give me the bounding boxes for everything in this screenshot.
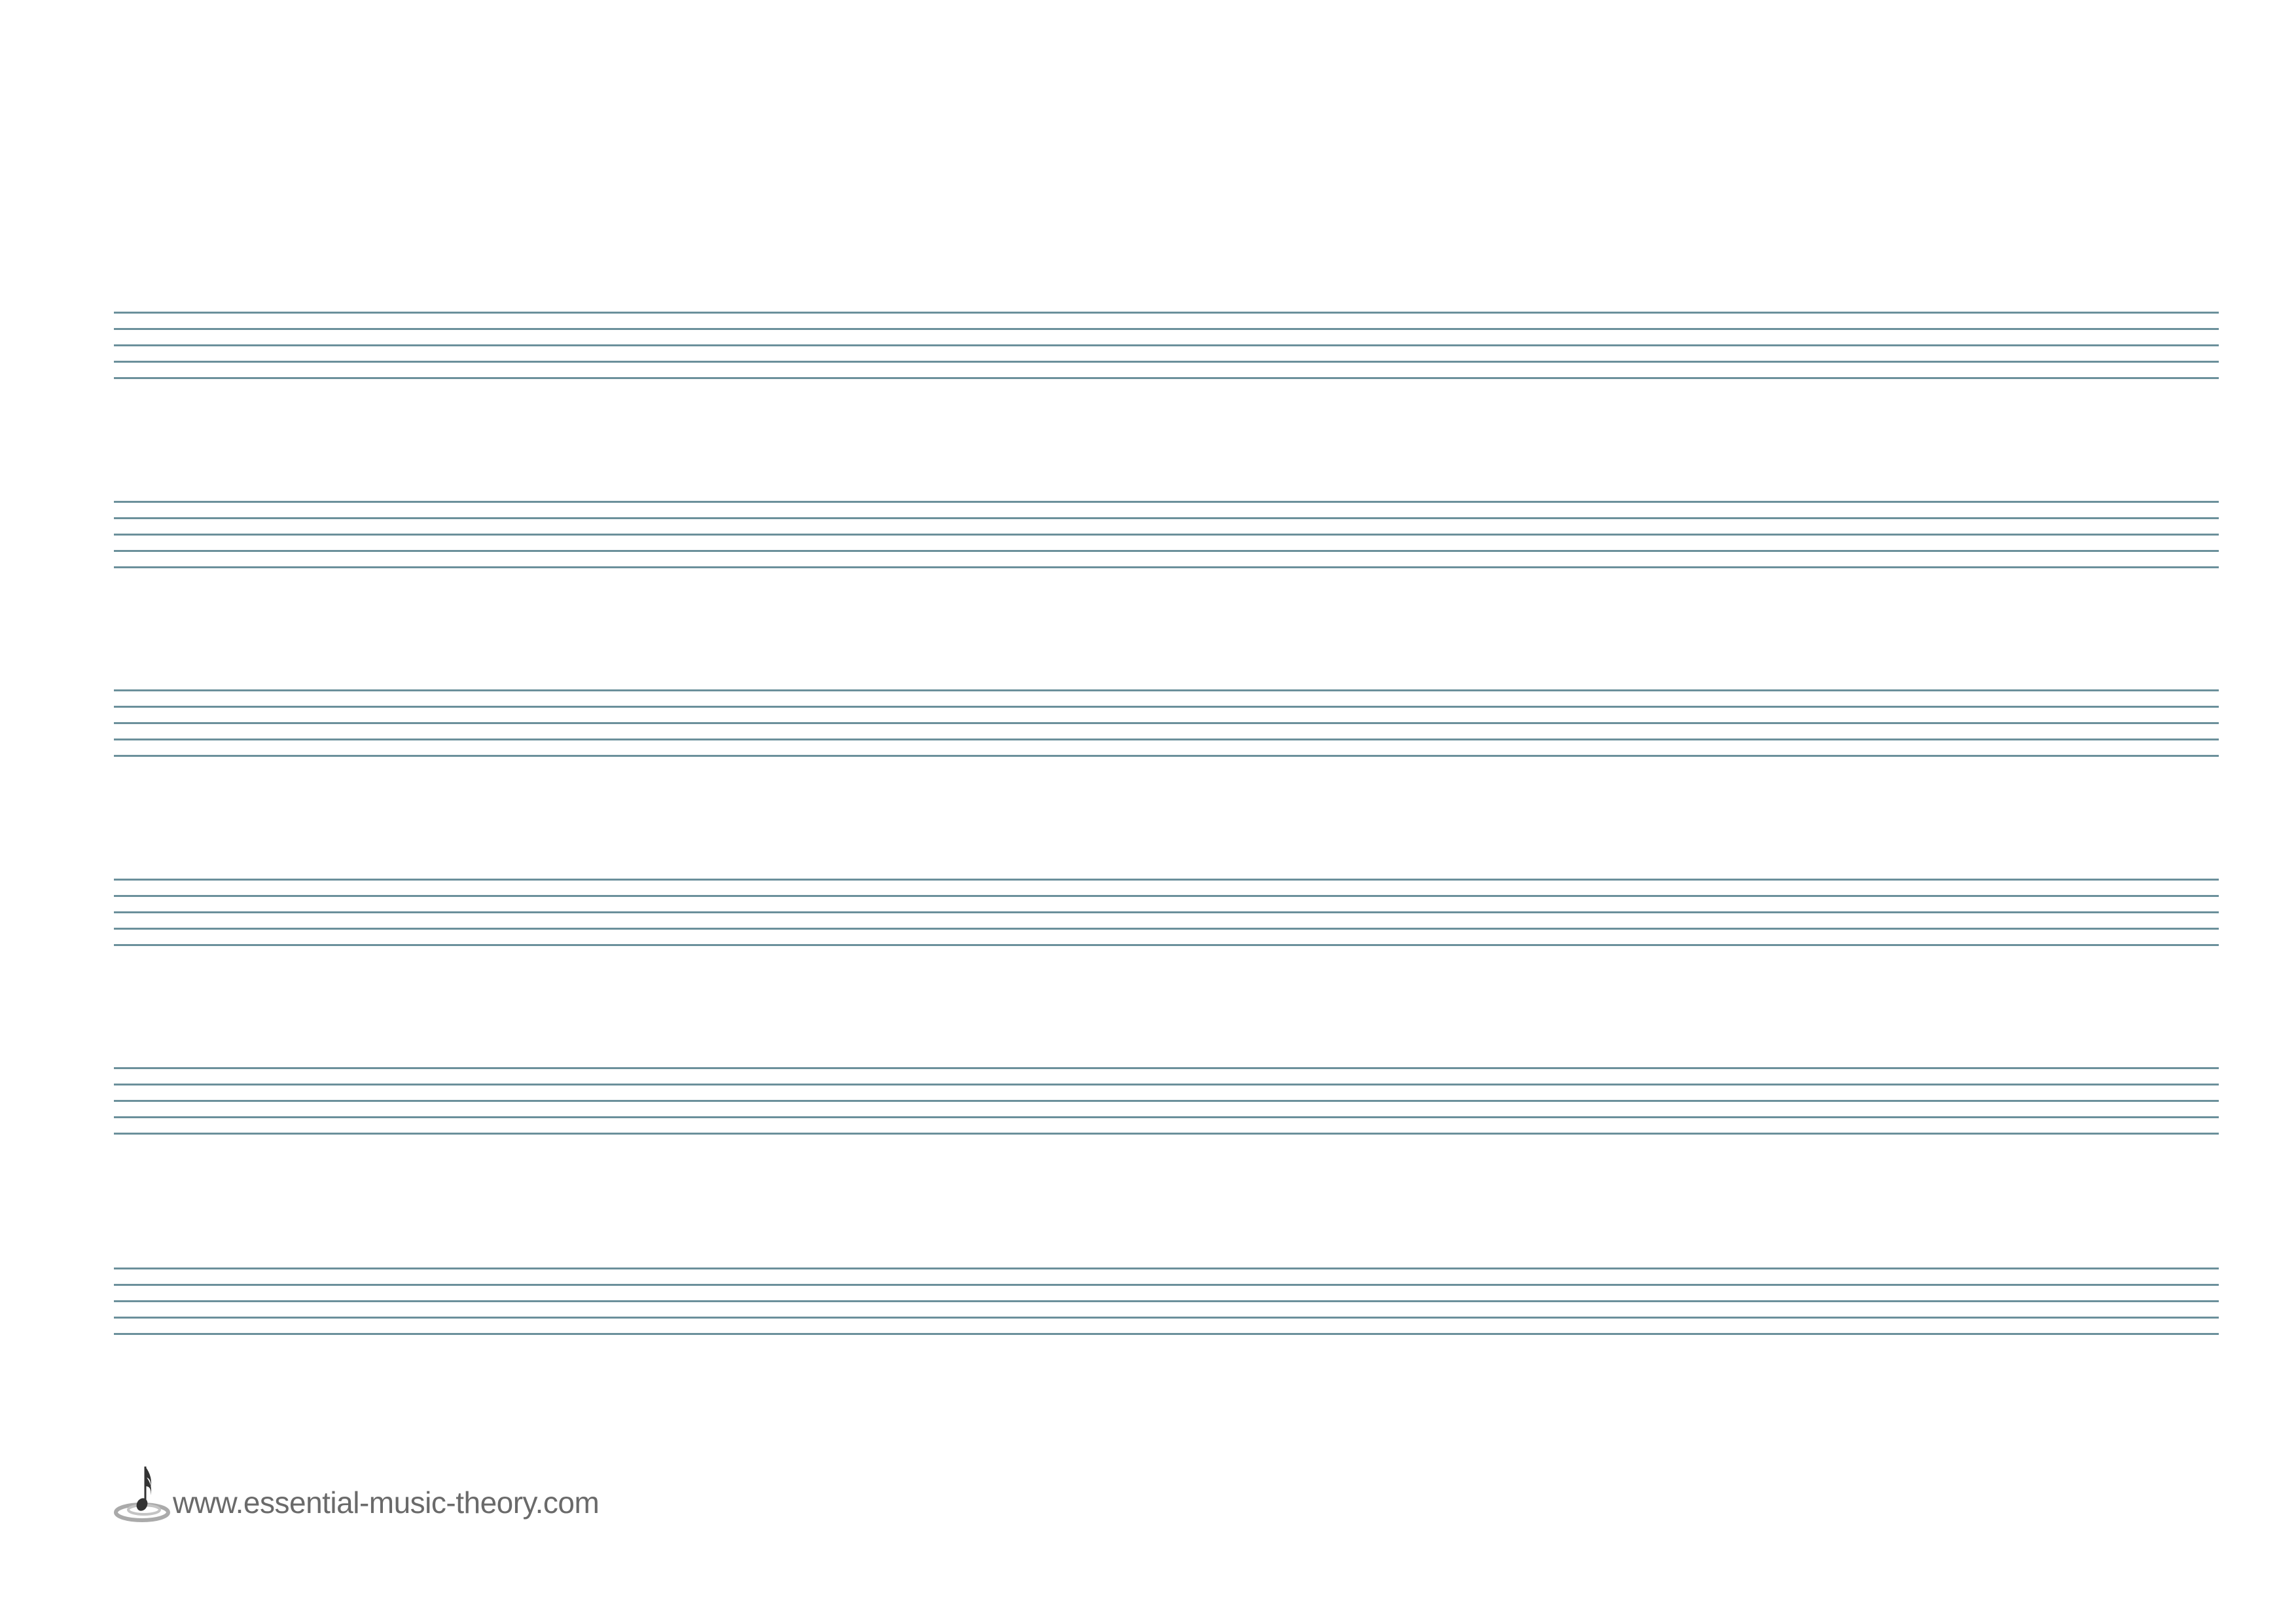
staff-line (114, 706, 2219, 708)
footer: www.essential-music-theory.com (113, 1459, 600, 1524)
staff-line (114, 550, 2219, 552)
staff-line (114, 328, 2219, 330)
staff-line (114, 517, 2219, 519)
staff-line (114, 566, 2219, 568)
staff-line (114, 312, 2219, 314)
staff-line (114, 895, 2219, 897)
staff-line (114, 1317, 2219, 1319)
music-note-logo-icon (114, 1467, 170, 1522)
staff-4 (114, 879, 2219, 946)
staff-5 (114, 1067, 2219, 1135)
staff-line (114, 944, 2219, 946)
staff-line (114, 1084, 2219, 1085)
staff-3 (114, 689, 2219, 757)
staff-line (114, 534, 2219, 536)
staff-line (114, 1100, 2219, 1102)
staff-6 (114, 1267, 2219, 1335)
staff-line (114, 1300, 2219, 1302)
staff-line (114, 377, 2219, 379)
staff-line (114, 879, 2219, 881)
staff-line (114, 689, 2219, 691)
staff-line (114, 1284, 2219, 1286)
staff-line (114, 344, 2219, 346)
staff-line (114, 361, 2219, 363)
staff-1 (114, 312, 2219, 379)
staff-line (114, 1333, 2219, 1335)
staff-line (114, 911, 2219, 913)
staff-line (114, 501, 2219, 503)
website-url: www.essential-music-theory.com (173, 1486, 600, 1520)
staff-line (114, 1133, 2219, 1135)
staff-line (114, 722, 2219, 724)
staff-line (114, 755, 2219, 757)
staff-line (114, 1067, 2219, 1069)
staff-line (114, 1267, 2219, 1269)
staff-2 (114, 501, 2219, 568)
staff-line (114, 739, 2219, 740)
staff-line (114, 928, 2219, 930)
staff-line (114, 1116, 2219, 1118)
